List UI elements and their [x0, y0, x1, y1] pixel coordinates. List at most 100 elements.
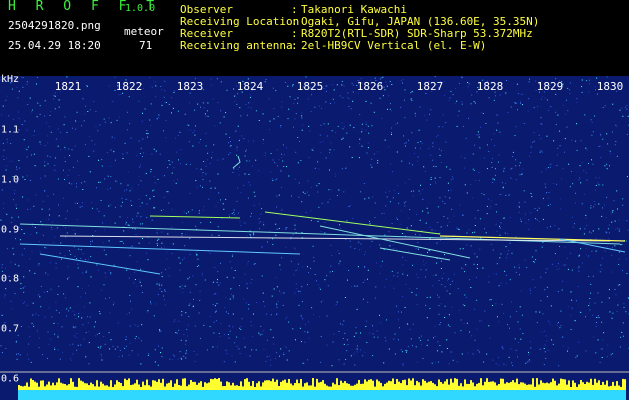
noise-speck [483, 194, 485, 196]
level-bar-base [390, 390, 392, 400]
noise-speck [223, 334, 225, 335]
noise-speck [555, 124, 557, 125]
level-bar-base [180, 390, 182, 400]
level-bar-base [220, 390, 222, 400]
noise-speck [229, 330, 231, 332]
level-bar [216, 379, 218, 390]
noise-speck [349, 240, 351, 242]
noise-speck [588, 255, 589, 257]
noise-speck [521, 172, 523, 174]
noise-speck [364, 266, 365, 267]
noise-speck [566, 99, 567, 101]
noise-speck [197, 258, 199, 260]
noise-speck [64, 227, 66, 229]
noise-speck [616, 190, 618, 192]
noise-speck [390, 110, 392, 112]
noise-speck [18, 90, 20, 92]
noise-speck [244, 273, 246, 275]
noise-speck [261, 208, 263, 210]
noise-speck [34, 165, 36, 167]
level-bar [340, 380, 342, 390]
noise-speck [58, 285, 60, 287]
level-bar [396, 379, 398, 390]
level-bar-base [586, 390, 588, 400]
level-bar [122, 386, 124, 390]
noise-speck [115, 180, 117, 182]
noise-speck [532, 261, 534, 262]
noise-speck [292, 85, 293, 87]
noise-speck [263, 330, 265, 332]
noise-speck [244, 173, 246, 175]
noise-speck [288, 175, 290, 177]
noise-speck [312, 150, 314, 151]
level-bar [202, 386, 204, 390]
noise-speck [142, 138, 144, 140]
noise-speck [172, 354, 174, 356]
noise-speck [442, 114, 444, 116]
noise-speck [622, 198, 624, 200]
level-bar-base [464, 390, 466, 400]
noise-speck [161, 284, 163, 286]
noise-speck [185, 233, 186, 235]
noise-speck [582, 202, 584, 204]
noise-speck [143, 152, 144, 154]
noise-speck [77, 160, 79, 162]
level-bar [552, 378, 554, 390]
noise-speck [329, 169, 330, 171]
noise-speck [597, 315, 599, 317]
noise-speck [156, 283, 158, 285]
noise-speck [78, 316, 79, 318]
noise-speck [469, 331, 470, 333]
noise-speck [415, 346, 417, 348]
noise-speck [602, 184, 604, 186]
noise-speck [337, 125, 339, 127]
noise-speck [14, 293, 16, 295]
noise-speck [92, 207, 93, 209]
noise-speck [555, 111, 557, 113]
noise-speck [103, 229, 105, 231]
noise-speck [193, 298, 194, 300]
noise-speck [361, 123, 363, 125]
noise-speck [542, 218, 544, 220]
noise-speck [544, 183, 546, 185]
noise-speck [6, 157, 8, 159]
level-bar [176, 379, 178, 390]
noise-speck [69, 344, 71, 346]
level-bar [100, 381, 102, 390]
noise-speck [434, 76, 436, 78]
noise-speck [574, 202, 576, 204]
noise-speck [318, 183, 320, 185]
noise-speck [217, 173, 219, 175]
noise-speck [265, 313, 267, 315]
noise-speck [55, 138, 57, 140]
level-bar-base [562, 390, 564, 400]
noise-speck [592, 163, 594, 165]
noise-speck [609, 311, 611, 313]
noise-speck [21, 229, 23, 231]
noise-speck [385, 205, 387, 207]
noise-speck [332, 341, 334, 343]
noise-speck [198, 142, 200, 144]
level-bar-base [372, 390, 374, 400]
noise-speck [300, 316, 302, 318]
level-bar [412, 378, 414, 390]
noise-speck [185, 340, 187, 342]
noise-speck [595, 177, 597, 179]
noise-speck [16, 353, 17, 355]
noise-speck [477, 210, 479, 211]
noise-speck [575, 356, 577, 358]
noise-speck [211, 234, 213, 236]
noise-speck [105, 298, 107, 299]
noise-speck [581, 79, 583, 81]
noise-speck [610, 153, 611, 154]
noise-speck [308, 194, 310, 196]
noise-speck [495, 223, 497, 225]
noise-speck [13, 253, 15, 255]
noise-speck [441, 351, 443, 353]
noise-speck [554, 253, 556, 255]
noise-speck [5, 165, 7, 167]
noise-speck [259, 203, 260, 205]
noise-speck [292, 84, 294, 86]
noise-speck [217, 201, 219, 203]
noise-speck [109, 165, 111, 167]
